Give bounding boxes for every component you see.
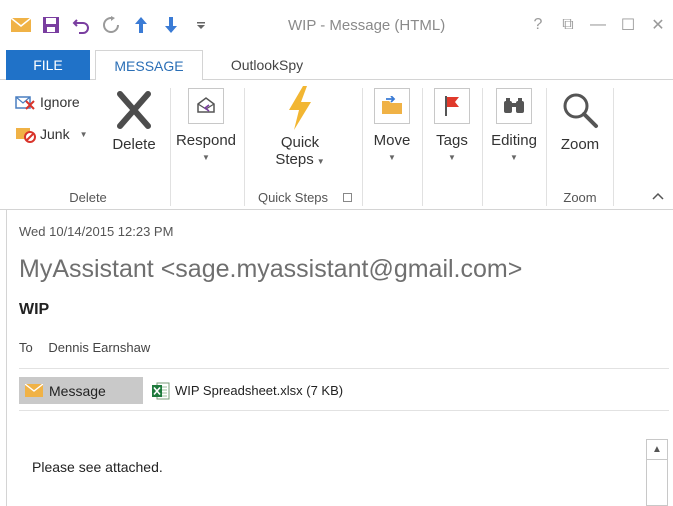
delete-label: Delete [112, 136, 156, 153]
undo-icon[interactable] [68, 12, 94, 38]
zoom-button[interactable]: Zoom [552, 90, 608, 153]
excel-file-icon [152, 382, 170, 399]
tags-button[interactable]: Tags ▼ [426, 86, 478, 162]
envelope-icon[interactable] [8, 12, 34, 38]
move-dropdown-icon: ▼ [388, 153, 396, 162]
tags-label: Tags [436, 132, 468, 149]
junk-icon [16, 128, 36, 143]
collapse-ribbon-icon[interactable] [652, 191, 664, 203]
quick-steps-group-label: Quick Steps [257, 190, 329, 205]
ignore-label: Ignore [40, 94, 80, 110]
zoom-group-label: Zoom [563, 190, 597, 205]
junk-dropdown-icon: ▼ [79, 129, 88, 139]
close-button[interactable]: ✕ [643, 10, 673, 40]
header-divider [19, 368, 669, 369]
respond-label: Respond [175, 132, 237, 149]
group-separator [170, 88, 171, 206]
delete-group-label: Delete [69, 190, 107, 205]
move-label: Move [373, 132, 411, 149]
delete-icon [114, 90, 154, 130]
junk-button[interactable]: Junk ▼ [14, 124, 88, 144]
minimize-button[interactable]: — [583, 10, 613, 40]
group-separator [422, 88, 423, 206]
attachment-file[interactable]: WIP Spreadsheet.xlsx (7 KB) [151, 381, 343, 401]
window-controls: ? ⧉ — ☐ ✕ [523, 10, 673, 40]
maximize-button[interactable]: ☐ [613, 10, 643, 40]
subject: WIP [19, 301, 50, 318]
ribbon-tabs: FILE MESSAGE OutlookSpy [0, 50, 673, 81]
to-recipient[interactable]: Dennis Earnshaw [48, 340, 150, 355]
lightning-icon [280, 86, 320, 130]
tags-dropdown-icon: ▼ [448, 153, 456, 162]
ribbon-display-options-button[interactable]: ⧉ [553, 10, 583, 40]
group-separator [613, 88, 614, 206]
group-separator [362, 88, 363, 206]
sent-date: Wed 10/14/2015 12:23 PM [19, 224, 174, 239]
steps-label: Steps [275, 151, 314, 168]
group-separator [244, 88, 245, 206]
reading-pane-border [6, 210, 7, 506]
group-separator [546, 88, 547, 206]
title-bar: WIP - Message (HTML) ? ⧉ — ☐ ✕ [0, 0, 673, 50]
previous-item-icon[interactable] [128, 12, 154, 38]
respond-dropdown-icon: ▼ [202, 153, 210, 162]
ribbon: Ignore Junk ▼ Delete Delete Respond ▼ Qu… [0, 80, 673, 210]
editing-button[interactable]: Editing ▼ [485, 86, 543, 162]
to-label: To [19, 340, 33, 355]
flag-icon [432, 86, 472, 126]
window-title: WIP - Message (HTML) [288, 17, 446, 34]
quick-access-toolbar [8, 12, 218, 38]
respond-button[interactable]: Respond ▼ [172, 86, 240, 162]
help-button[interactable]: ? [523, 10, 553, 40]
message-tab[interactable]: Message [19, 377, 143, 404]
save-icon[interactable] [38, 12, 64, 38]
binoculars-icon [494, 86, 534, 126]
group-separator [482, 88, 483, 206]
editing-label: Editing [491, 132, 537, 149]
zoom-label: Zoom [560, 136, 600, 153]
next-item-icon[interactable] [158, 12, 184, 38]
sender[interactable]: MyAssistant <sage.myassistant@gmail.com> [19, 255, 522, 284]
envelope-icon [25, 384, 43, 397]
tab-file[interactable]: FILE [6, 50, 90, 80]
magnifier-icon [560, 90, 600, 130]
attachment-bar: Message WIP Spreadsheet.xlsx (7 KB) [19, 377, 343, 404]
dialog-launcher-icon[interactable] [343, 193, 352, 202]
ignore-icon [15, 96, 35, 110]
quick-label: Quick [280, 134, 320, 151]
recipients: To Dennis Earnshaw [19, 340, 150, 355]
customize-toolbar-icon[interactable] [188, 12, 214, 38]
message-tab-label: Message [49, 382, 106, 399]
redo-icon[interactable] [98, 12, 124, 38]
move-icon [372, 86, 412, 126]
delete-button[interactable]: Delete [106, 90, 162, 153]
tab-message[interactable]: MESSAGE [95, 50, 203, 81]
scroll-up-icon[interactable]: ▲ [647, 440, 667, 460]
quick-steps-button[interactable]: Quick Steps ▼ [262, 86, 338, 168]
editing-dropdown-icon: ▼ [510, 153, 518, 162]
junk-label: Junk [40, 126, 70, 142]
vertical-scrollbar[interactable]: ▲ [646, 439, 668, 506]
move-button[interactable]: Move ▼ [366, 86, 418, 162]
quick-steps-dropdown-icon: ▼ [316, 157, 325, 166]
respond-icon [186, 86, 226, 126]
attachment-divider [19, 410, 669, 411]
tab-outlookspy[interactable]: OutlookSpy [212, 50, 322, 80]
attachment-label: WIP Spreadsheet.xlsx (7 KB) [175, 383, 344, 398]
message-body: Please see attached. [32, 459, 163, 475]
ignore-button[interactable]: Ignore [14, 92, 80, 112]
